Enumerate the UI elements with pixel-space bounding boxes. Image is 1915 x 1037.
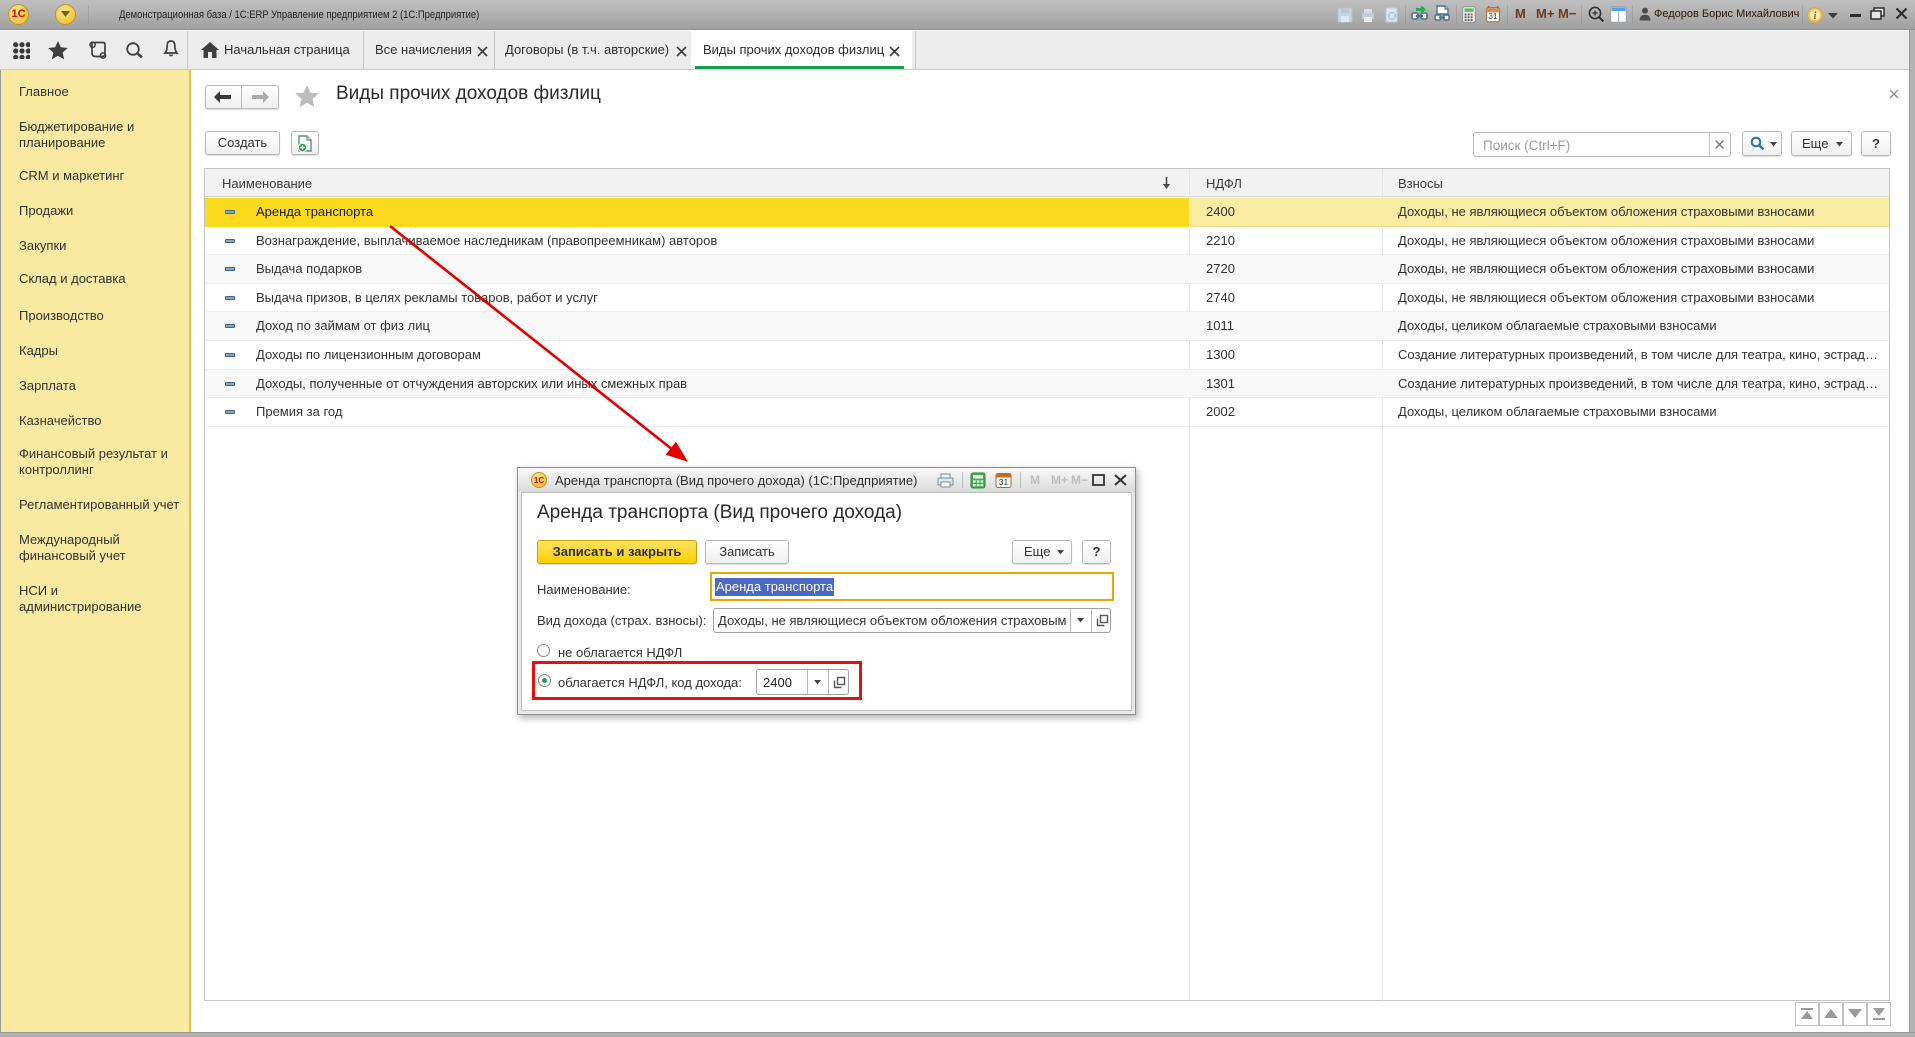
- svg-text:31: 31: [1488, 11, 1498, 21]
- svg-text:31: 31: [999, 477, 1009, 487]
- svg-text:i: i: [1814, 11, 1817, 22]
